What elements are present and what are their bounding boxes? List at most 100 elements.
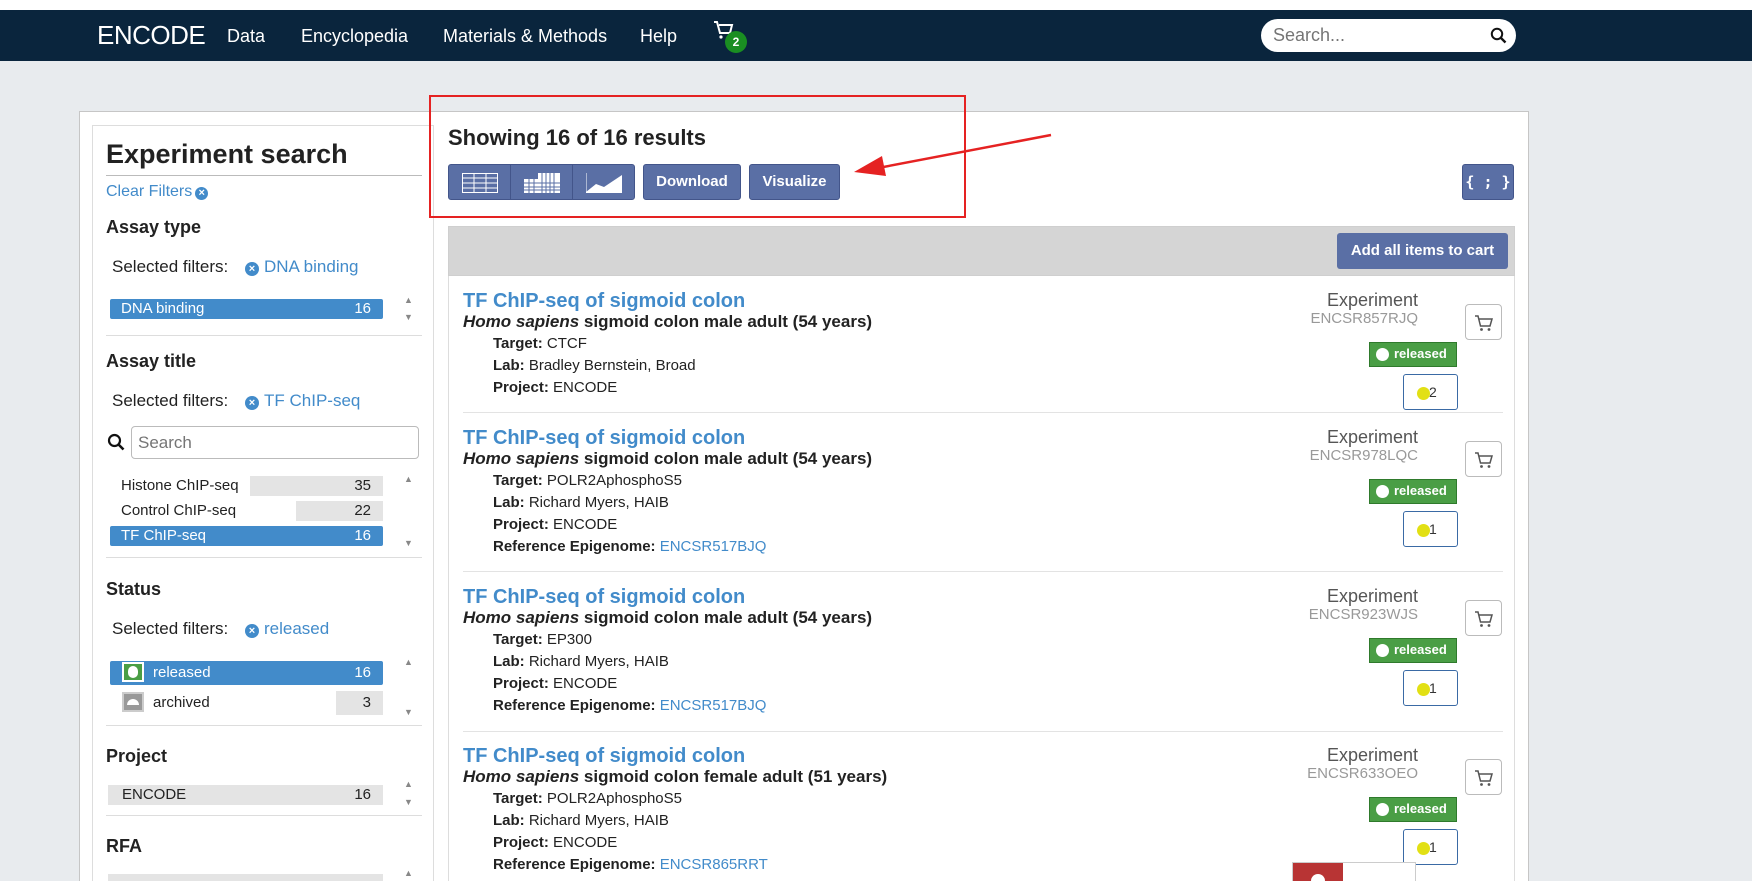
result-accession: ENCSR978LQC [1309,447,1418,464]
reference-epigenome-link[interactable]: ENCSR865RRT [660,856,768,873]
status-label: released [1394,801,1447,816]
audit-button[interactable]: 2 [1403,374,1458,410]
reference-epigenome-link[interactable]: ENCSR517BJQ [660,697,767,714]
cart-icon [1475,611,1493,627]
facet-term-partial[interactable] [108,874,383,881]
result-biosample: Homo sapiens sigmoid colon male adult (5… [463,449,872,469]
scroll-down-icon[interactable]: ▼ [404,538,413,548]
result-title-link[interactable]: TF ChIP-seq of sigmoid colon [463,586,745,609]
assay-title-search-input[interactable] [138,427,408,458]
status-dot-icon [1376,803,1389,816]
result-title-link[interactable]: TF ChIP-seq of sigmoid colon [463,745,745,768]
remove-filter-icon: × [245,624,259,638]
result-project: Project: ENCODE [493,675,617,692]
scroll-down-icon[interactable]: ▼ [404,707,413,717]
search-icon[interactable] [1490,27,1507,44]
facet-scrollbar[interactable]: ▲ ▼ [399,470,419,555]
released-status-icon [122,662,144,682]
result-reference-epigenome: Reference Epigenome: ENCSR517BJQ [493,538,766,555]
field-value: POLR2AphosphoS5 [546,472,683,489]
nav-materials-methods[interactable]: Materials & Methods [443,26,607,47]
result-project: Project: ENCODE [493,516,617,533]
selected-filter-assay-title[interactable]: × TF ChIP-seq [245,391,360,411]
facet-term-encode[interactable]: ENCODE 16 [108,785,383,805]
result-title-link[interactable]: TF ChIP-seq of sigmoid colon [463,427,745,450]
divider [463,571,1503,572]
add-to-cart-button[interactable] [1465,441,1502,477]
facet-scrollbar[interactable]: ▲ ▼ [399,777,419,811]
scroll-up-icon[interactable]: ▲ [404,474,413,484]
search-icon [107,433,125,451]
scroll-up-icon[interactable]: ▲ [404,295,413,305]
add-to-cart-button[interactable] [1465,600,1502,636]
audit-button[interactable]: 1 [1403,670,1458,706]
json-view-button[interactable]: { ; } [1462,164,1514,200]
add-all-to-cart-button[interactable]: Add all items to cart [1337,233,1508,269]
selected-filters-label: Selected filters: [112,391,229,410]
annotation-arrow-icon [854,133,1052,176]
selected-filter-status[interactable]: × released [245,619,329,639]
status-label: released [1394,642,1447,657]
divider [463,412,1503,413]
status-label: released [1394,346,1447,361]
result-project: Project: ENCODE [493,834,617,851]
nav-data[interactable]: Data [227,26,265,47]
scroll-down-icon[interactable]: ▼ [404,312,413,322]
remove-filter-icon: × [245,262,259,276]
biosample-summary: sigmoid colon female adult (51 years) [579,767,888,786]
field-label: Reference Epigenome: [493,697,656,714]
scroll-up-icon[interactable]: ▲ [404,779,413,789]
field-label: Project: [493,834,549,851]
field-value: Richard Myers, HAIB [528,494,669,511]
facet-scrollbar[interactable]: ▲ ▼ [399,653,419,723]
nav-encyclopedia[interactable]: Encyclopedia [301,26,408,47]
feedback-icon [1311,874,1325,881]
status-dot-icon [1376,485,1389,498]
audit-warning-icon [1417,387,1430,400]
audit-warning-icon [1417,524,1430,537]
facet-term-control-chip-seq[interactable]: Control ChIP-seq 22 [110,501,383,521]
facet-term-count: 16 [354,786,371,803]
facet-term-histone-chip-seq[interactable]: Histone ChIP-seq 35 [110,476,383,496]
organism-name: Homo sapiens [463,449,580,468]
field-value: EP300 [546,631,592,648]
facet-heading-project: Project [106,746,168,766]
archived-status-icon [122,692,144,712]
audit-button[interactable]: 1 [1403,829,1458,865]
facet-term-label: Histone ChIP-seq [121,477,239,494]
scroll-up-icon[interactable]: ▲ [404,657,413,667]
nav-cart-button[interactable]: 2 [713,20,749,56]
field-label: Target: [493,790,543,807]
facet-term-archived[interactable]: archived 3 [110,691,383,715]
clear-filters-link[interactable]: Clear Filters × [106,183,209,201]
divider [463,731,1503,732]
facet-heading-assay-type: Assay type [106,217,202,237]
selected-filter-assay-type[interactable]: × DNA binding [245,257,359,277]
clear-filters-label: Clear Filters [106,183,193,200]
facet-scrollbar[interactable]: ▲ ▼ [399,293,419,327]
facet-term-dna-binding[interactable]: DNA binding 16 [110,299,383,319]
facet-term-tf-chip-seq[interactable]: TF ChIP-seq 16 [110,526,383,546]
result-title-link[interactable]: TF ChIP-seq of sigmoid colon [463,290,745,313]
scroll-up-icon[interactable]: ▲ [404,868,413,878]
add-to-cart-button[interactable] [1465,304,1502,340]
result-project: Project: ENCODE [493,379,617,396]
facet-term-released[interactable]: released 16 [110,661,383,685]
facet-heading-assay-title: Assay title [106,351,197,371]
organism-name: Homo sapiens [463,767,580,786]
add-to-cart-button[interactable] [1465,759,1502,795]
field-value: ENCODE [553,834,618,851]
facet-term-label: released [153,664,211,681]
audit-count: 1 [1429,680,1437,696]
feedback-widget[interactable] [1292,862,1416,881]
reference-epigenome-link[interactable]: ENCSR517BJQ [660,538,767,555]
brand-logo[interactable]: ENCODE [97,20,206,51]
window-top-strip [0,0,1752,10]
scroll-down-icon[interactable]: ▼ [404,797,413,807]
nav-search-input[interactable] [1273,19,1483,52]
audit-count: 1 [1429,839,1437,855]
field-label: Project: [493,675,549,692]
facet-scrollbar[interactable]: ▲ [399,866,419,881]
nav-help[interactable]: Help [640,26,677,47]
audit-button[interactable]: 1 [1403,511,1458,547]
